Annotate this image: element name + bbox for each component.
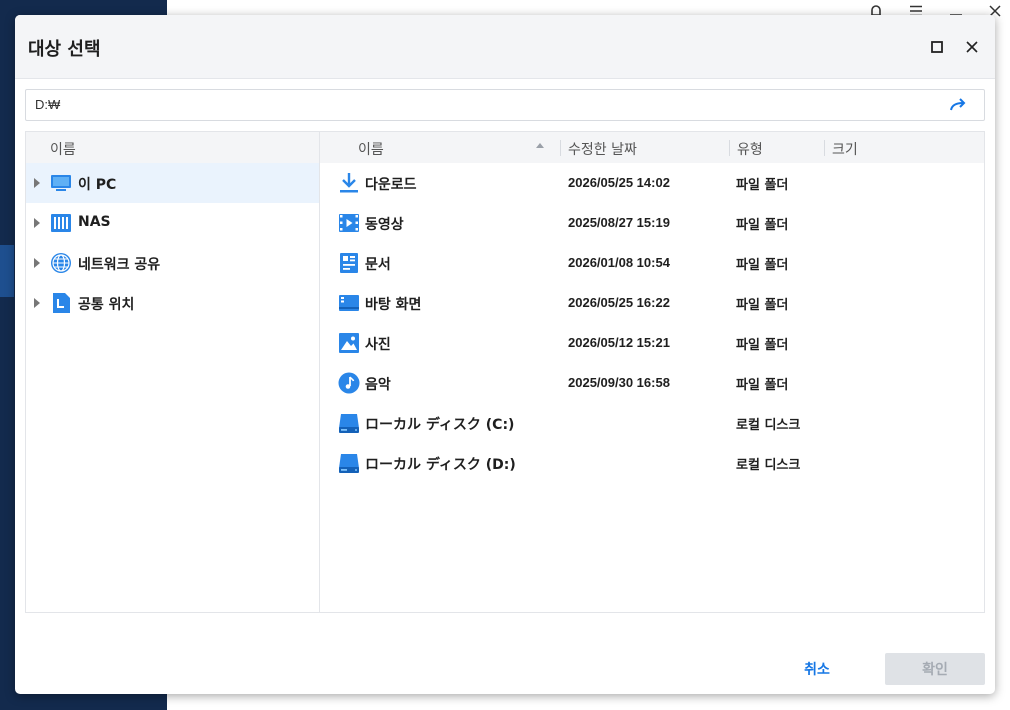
tree-header-label: 이름 <box>50 142 76 158</box>
column-divider[interactable] <box>560 140 561 156</box>
file-modified: 2025/08/27 15:19 <box>568 215 670 230</box>
file-type: 로컬 디스크 <box>736 418 801 433</box>
file-row-documents[interactable]: 문서 2026/01/08 10:54 파일 폴더 <box>320 243 984 283</box>
file-name: 동영상 <box>365 217 404 233</box>
file-list: 이름 수정한 날짜 유형 크기 다운로드 2026/05/25 14:02 파일… <box>320 132 984 612</box>
tree-item-nas[interactable]: NAS <box>26 203 319 243</box>
file-name: 바탕 화면 <box>365 297 422 313</box>
location-icon <box>53 293 70 313</box>
picture-icon <box>339 333 359 353</box>
file-modified: 2025/09/30 16:58 <box>568 375 670 390</box>
nas-icon <box>51 214 71 232</box>
download-icon <box>340 173 358 193</box>
file-row-desktop[interactable]: 바탕 화면 2026/05/25 16:22 파일 폴더 <box>320 283 984 323</box>
location-tree: 이름 이 PC NAS 네트워크 공유 공통 위치 <box>26 132 320 612</box>
path-text[interactable]: D:₩ <box>35 97 60 112</box>
file-name: 사진 <box>365 337 391 353</box>
file-browser: 이름 이 PC NAS 네트워크 공유 공통 위치 이름 수정한 날짜 유형 크… <box>25 131 985 613</box>
expand-arrow-icon[interactable] <box>34 218 40 228</box>
maximize-icon <box>931 41 943 53</box>
sort-ascending-icon <box>536 143 544 148</box>
globe-icon <box>51 253 71 273</box>
document-icon <box>340 253 358 273</box>
file-modified: 2026/01/08 10:54 <box>568 255 670 270</box>
file-name: ローカル ディスク (C:) <box>365 417 515 433</box>
maximize-button[interactable] <box>925 35 949 59</box>
dialog-title: 대상 선택 <box>28 39 101 60</box>
drive-icon <box>339 454 359 473</box>
column-divider[interactable] <box>824 140 825 156</box>
tree-item-label: NAS <box>78 214 111 230</box>
file-list-header: 이름 수정한 날짜 유형 크기 <box>320 132 984 163</box>
video-icon <box>339 214 359 232</box>
file-modified: 2026/05/25 14:02 <box>568 175 670 190</box>
desktop-icon <box>339 295 359 311</box>
drive-icon <box>339 414 359 433</box>
file-name: 문서 <box>365 257 391 273</box>
file-row-downloads[interactable]: 다운로드 2026/05/25 14:02 파일 폴더 <box>320 163 984 203</box>
file-name: ローカル ディスク (D:) <box>365 457 516 473</box>
sidebar-active-indicator <box>0 245 14 297</box>
file-modified: 2026/05/12 15:21 <box>568 335 670 350</box>
column-header-size[interactable]: 크기 <box>832 139 858 159</box>
file-name: 다운로드 <box>365 177 417 193</box>
column-header-modified[interactable]: 수정한 날짜 <box>568 139 637 159</box>
file-row-pictures[interactable]: 사진 2026/05/12 15:21 파일 폴더 <box>320 323 984 363</box>
expand-arrow-icon[interactable] <box>34 258 40 268</box>
file-type: 파일 폴더 <box>736 218 789 233</box>
file-type: 파일 폴더 <box>736 338 789 353</box>
expand-arrow-icon[interactable] <box>34 178 40 188</box>
file-row-drive-d[interactable]: ローカル ディスク (D:) 로컬 디스크 <box>320 443 984 483</box>
file-type: 파일 폴더 <box>736 178 789 193</box>
music-icon <box>338 372 360 394</box>
tree-item-this-pc[interactable]: 이 PC <box>26 163 319 203</box>
confirm-button[interactable]: 확인 <box>885 653 985 685</box>
column-divider[interactable] <box>729 140 730 156</box>
column-header-name[interactable]: 이름 <box>358 139 384 159</box>
file-type: 로컬 디스크 <box>736 458 801 473</box>
file-type: 파일 폴더 <box>736 378 789 393</box>
file-row-videos[interactable]: 동영상 2025/08/27 15:19 파일 폴더 <box>320 203 984 243</box>
monitor-icon <box>51 175 71 191</box>
tree-item-network-share[interactable]: 네트워크 공유 <box>26 243 319 283</box>
tree-item-label: 네트워크 공유 <box>78 257 161 273</box>
close-button[interactable] <box>960 35 984 59</box>
go-arrow-icon[interactable] <box>948 96 968 114</box>
tree-item-common-location[interactable]: 공통 위치 <box>26 283 319 323</box>
dialog-header: 대상 선택 <box>15 15 995 79</box>
select-target-dialog: 대상 선택 D:₩ 이름 이 PC NAS 네트워크 공유 공통 위치 이름 수… <box>15 15 995 694</box>
file-type: 파일 폴더 <box>736 298 789 313</box>
file-modified: 2026/05/25 16:22 <box>568 295 670 310</box>
tree-item-label: 이 PC <box>78 177 117 193</box>
close-icon <box>966 41 978 53</box>
cancel-button[interactable]: 취소 <box>787 654 847 684</box>
file-name: 음악 <box>365 377 391 393</box>
expand-arrow-icon[interactable] <box>34 298 40 308</box>
file-type: 파일 폴더 <box>736 258 789 273</box>
column-header-type[interactable]: 유형 <box>737 139 763 159</box>
file-row-music[interactable]: 음악 2025/09/30 16:58 파일 폴더 <box>320 363 984 403</box>
path-input[interactable]: D:₩ <box>25 89 985 121</box>
tree-header: 이름 <box>26 132 319 163</box>
tree-item-label: 공통 위치 <box>78 297 135 313</box>
file-row-drive-c[interactable]: ローカル ディスク (C:) 로컬 디스크 <box>320 403 984 443</box>
